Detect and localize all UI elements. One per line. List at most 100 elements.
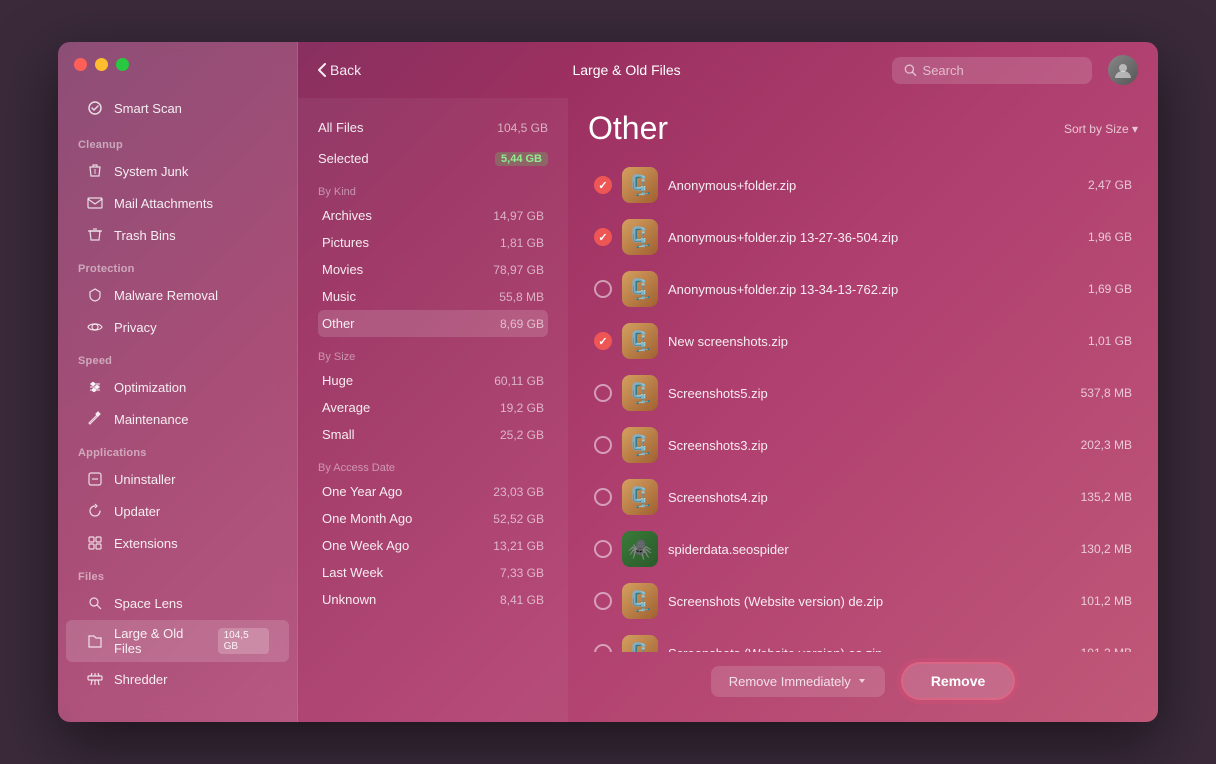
large-old-files-icon <box>86 632 104 650</box>
file-checkbox[interactable] <box>594 280 612 298</box>
mail-attachments-icon <box>86 194 104 212</box>
list-item[interactable]: ✓ 🗜️ New screenshots.zip 1,01 GB <box>588 315 1138 367</box>
search-input[interactable] <box>923 63 1080 78</box>
file-checkbox[interactable]: ✓ <box>594 332 612 350</box>
sidebar-item-label: Malware Removal <box>114 288 218 303</box>
sidebar-item-extensions[interactable]: Extensions <box>66 528 289 558</box>
smart-scan-icon <box>86 99 104 117</box>
filter-one-week-ago[interactable]: One Week Ago 13,21 GB <box>318 532 548 559</box>
filter-label: Other <box>322 316 355 331</box>
file-checkbox[interactable] <box>594 488 612 506</box>
main-window: Smart Scan Cleanup System Junk Mail Atta… <box>58 42 1158 722</box>
list-item[interactable]: 🗜️ Anonymous+folder.zip 13-34-13-762.zip… <box>588 263 1138 315</box>
list-item[interactable]: 🗜️ Screenshots4.zip 135,2 MB <box>588 471 1138 523</box>
file-name: Screenshots5.zip <box>668 386 1071 401</box>
file-icon: 🗜️ <box>622 427 658 463</box>
filter-one-year-ago[interactable]: One Year Ago 23,03 GB <box>318 478 548 505</box>
file-name: Screenshots3.zip <box>668 438 1071 453</box>
file-size: 2,47 GB <box>1088 178 1132 192</box>
main-area: Back Large & Old Files <box>298 42 1158 722</box>
file-checkbox[interactable] <box>594 592 612 610</box>
file-checkbox[interactable]: ✓ <box>594 228 612 246</box>
file-checkbox[interactable] <box>594 436 612 454</box>
uninstaller-icon <box>86 470 104 488</box>
list-item[interactable]: 🗜️ Screenshots (Website version) es.zip … <box>588 627 1138 652</box>
filter-value: 13,21 GB <box>493 539 544 553</box>
filter-label: Small <box>322 427 355 442</box>
sidebar-item-system-junk[interactable]: System Junk <box>66 156 289 186</box>
file-size: 1,69 GB <box>1088 282 1132 296</box>
all-files-label: All Files <box>318 120 364 135</box>
filter-small[interactable]: Small 25,2 GB <box>318 421 548 448</box>
list-item[interactable]: ✓ 🗜️ Anonymous+folder.zip 13-27-36-504.z… <box>588 211 1138 263</box>
file-icon: 🕷️ <box>622 531 658 567</box>
list-item[interactable]: ✓ 🗜️ Anonymous+folder.zip 2,47 GB <box>588 159 1138 211</box>
sidebar-item-trash-bins[interactable]: Trash Bins <box>66 220 289 250</box>
sidebar-item-label: Updater <box>114 504 160 519</box>
back-label: Back <box>330 62 361 78</box>
sidebar-item-large-old-files[interactable]: Large & Old Files 104,5 GB <box>66 620 289 662</box>
filter-value: 52,52 GB <box>493 512 544 526</box>
sort-button[interactable]: Sort by Size ▾ <box>1064 122 1138 136</box>
filter-value: 1,81 GB <box>500 236 544 250</box>
sidebar-item-uninstaller[interactable]: Uninstaller <box>66 464 289 494</box>
remove-button[interactable]: Remove <box>901 662 1015 700</box>
sidebar-item-malware-removal[interactable]: Malware Removal <box>66 280 289 310</box>
list-item[interactable]: 🕷️ spiderdata.seospider 130,2 MB <box>588 523 1138 575</box>
sidebar-item-space-lens[interactable]: Space Lens <box>66 588 289 618</box>
extensions-icon <box>86 534 104 552</box>
file-name: Screenshots (Website version) de.zip <box>668 594 1071 609</box>
remove-immediately-button[interactable]: Remove Immediately <box>711 666 885 697</box>
remove-immediately-label: Remove Immediately <box>729 674 851 689</box>
filter-value: 55,8 MB <box>499 290 544 304</box>
filter-label: Pictures <box>322 235 369 250</box>
filter-pictures[interactable]: Pictures 1,81 GB <box>318 229 548 256</box>
filter-label: One Month Ago <box>322 511 412 526</box>
all-files-row[interactable]: All Files 104,5 GB <box>318 114 548 141</box>
trash-bins-icon <box>86 226 104 244</box>
file-checkbox[interactable] <box>594 384 612 402</box>
filter-huge[interactable]: Huge 60,11 GB <box>318 367 548 394</box>
search-icon <box>904 63 917 77</box>
fullscreen-button[interactable] <box>116 58 129 71</box>
updater-icon <box>86 502 104 520</box>
file-icon: 🗜️ <box>622 375 658 411</box>
file-checkbox[interactable] <box>594 540 612 558</box>
filter-value: 23,03 GB <box>493 485 544 499</box>
sidebar-item-updater[interactable]: Updater <box>66 496 289 526</box>
filter-label: Last Week <box>322 565 383 580</box>
selected-label: Selected <box>318 151 369 166</box>
selected-row[interactable]: Selected 5,44 GB <box>318 145 548 172</box>
sidebar-item-optimization[interactable]: Optimization <box>66 372 289 402</box>
back-button[interactable]: Back <box>318 62 361 78</box>
file-checkbox[interactable] <box>594 644 612 652</box>
sidebar-item-maintenance[interactable]: Maintenance <box>66 404 289 434</box>
minimize-button[interactable] <box>95 58 108 71</box>
filter-panel: All Files 104,5 GB Selected 5,44 GB By K… <box>298 98 568 722</box>
file-checkbox[interactable]: ✓ <box>594 176 612 194</box>
filter-other[interactable]: Other 8,69 GB <box>318 310 548 337</box>
filter-label: Movies <box>322 262 363 277</box>
list-item[interactable]: 🗜️ Screenshots3.zip 202,3 MB <box>588 419 1138 471</box>
filter-movies[interactable]: Movies 78,97 GB <box>318 256 548 283</box>
sidebar-item-shredder[interactable]: Shredder <box>66 664 289 694</box>
optimization-icon <box>86 378 104 396</box>
filter-value: 8,41 GB <box>500 593 544 607</box>
sidebar-item-privacy[interactable]: Privacy <box>66 312 289 342</box>
close-button[interactable] <box>74 58 87 71</box>
filter-last-week[interactable]: Last Week 7,33 GB <box>318 559 548 586</box>
sidebar-item-smart-scan[interactable]: Smart Scan <box>66 93 289 123</box>
filter-one-month-ago[interactable]: One Month Ago 52,52 GB <box>318 505 548 532</box>
search-bar[interactable] <box>892 57 1092 84</box>
filter-archives[interactable]: Archives 14,97 GB <box>318 202 548 229</box>
list-item[interactable]: 🗜️ Screenshots5.zip 537,8 MB <box>588 367 1138 419</box>
sidebar-item-mail-attachments[interactable]: Mail Attachments <box>66 188 289 218</box>
file-icon: 🗜️ <box>622 271 658 307</box>
list-item[interactable]: 🗜️ Screenshots (Website version) de.zip … <box>588 575 1138 627</box>
filter-music[interactable]: Music 55,8 MB <box>318 283 548 310</box>
filter-unknown[interactable]: Unknown 8,41 GB <box>318 586 548 613</box>
file-size: 537,8 MB <box>1081 386 1132 400</box>
avatar[interactable] <box>1108 55 1138 85</box>
filter-average[interactable]: Average 19,2 GB <box>318 394 548 421</box>
filter-label: Archives <box>322 208 372 223</box>
